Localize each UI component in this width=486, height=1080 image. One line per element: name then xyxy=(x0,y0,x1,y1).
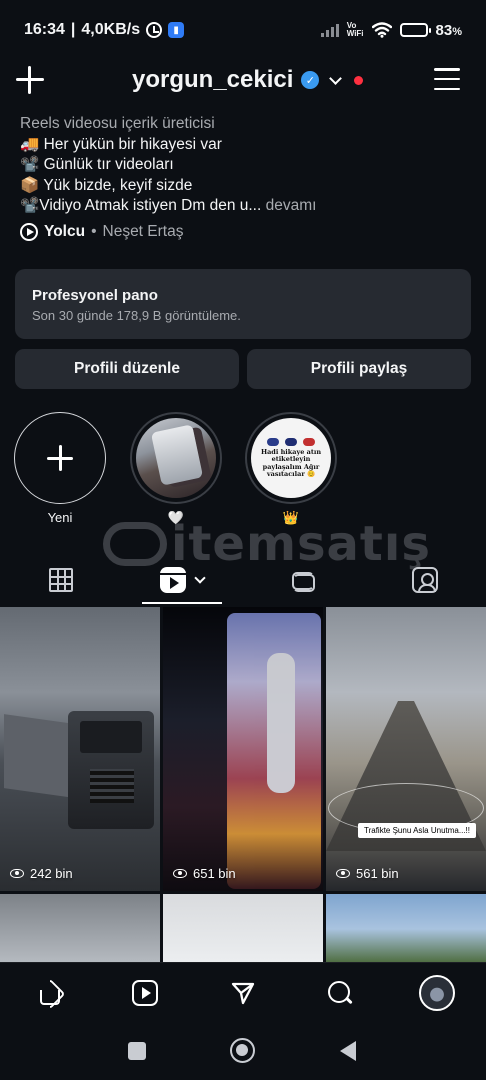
professional-dashboard[interactable]: Profesyonel pano Son 30 günde 178,9 B gö… xyxy=(15,269,471,339)
reel-thumbnail[interactable] xyxy=(326,894,486,964)
reels-icon xyxy=(132,980,158,1006)
highlight-story[interactable]: Hadi hikaye atın etiketleyin paylaşalım … xyxy=(244,412,338,526)
view-count: 561 bin xyxy=(336,866,399,881)
view-count: 242 bin xyxy=(10,866,73,881)
plus-icon xyxy=(47,445,73,471)
tab-reposts[interactable] xyxy=(242,556,364,604)
highlight-cover-text: Hadi hikaye atın etiketleyin paylaşalım … xyxy=(260,447,322,478)
eye-icon xyxy=(336,869,350,878)
eye-icon xyxy=(173,869,187,878)
battery-percent: 83 xyxy=(435,21,453,39)
highlight-cover xyxy=(136,418,216,498)
search-icon xyxy=(328,981,352,1005)
profile-tabs xyxy=(0,556,486,604)
profile-music[interactable]: Yolcu • Neşet Ertaş xyxy=(20,223,183,241)
reel-thumbnail[interactable]: 651 bin xyxy=(163,607,323,891)
create-plus-icon[interactable] xyxy=(16,66,44,94)
network-speed: 4,0KB/s xyxy=(81,21,141,38)
bio-category: Reels videosu içerik üreticisi xyxy=(20,115,215,132)
reel-thumbnail[interactable] xyxy=(0,894,160,964)
verified-badge-icon: ✓ xyxy=(301,71,320,89)
home-icon xyxy=(36,982,60,1005)
highlight-story[interactable]: 🤍 xyxy=(129,412,223,526)
nav-profile[interactable] xyxy=(419,975,455,1011)
app-notification-icon: ▮ xyxy=(168,22,185,38)
music-separator: • xyxy=(91,223,97,240)
nav-reels[interactable] xyxy=(127,975,163,1011)
edit-profile-button[interactable]: Profili düzenle xyxy=(15,349,239,389)
brand-logos xyxy=(267,437,315,446)
tagged-person-icon xyxy=(412,567,438,593)
dashboard-title: Profesyonel pano xyxy=(32,287,158,304)
home-circle-icon[interactable] xyxy=(230,1038,255,1063)
repost-icon xyxy=(291,570,315,592)
recents-square-icon[interactable] xyxy=(128,1042,146,1060)
highlight-cover: Hadi hikaye atın etiketleyin paylaşalım … xyxy=(251,418,331,498)
truck-lights-image xyxy=(227,613,321,889)
view-count: 651 bin xyxy=(173,866,236,881)
grid-icon xyxy=(49,568,73,592)
tab-tagged[interactable] xyxy=(364,556,486,604)
notification-dot xyxy=(354,75,364,85)
battery-icon xyxy=(399,23,431,37)
nav-search[interactable] xyxy=(322,975,358,1011)
vowifi-icon: Vo WiFi xyxy=(346,21,364,38)
nav-home[interactable] xyxy=(30,975,66,1011)
tab-reels[interactable] xyxy=(121,556,243,604)
account-switcher[interactable]: yorgun_cekici ✓ xyxy=(132,66,364,94)
reel-thumbnail[interactable]: 242 bin xyxy=(0,607,160,891)
eye-icon xyxy=(10,869,24,878)
tab-grid[interactable] xyxy=(0,556,122,604)
back-triangle-icon[interactable] xyxy=(340,1041,356,1061)
wifi-icon xyxy=(371,22,392,38)
truck-image xyxy=(4,711,154,831)
share-profile-button[interactable]: Profili paylaş xyxy=(247,349,471,389)
system-navigation xyxy=(0,1022,486,1080)
signal-icon xyxy=(320,23,339,37)
reel-thumbnail[interactable] xyxy=(163,894,323,964)
bio-line: 📽️ Günlük tır videoları xyxy=(20,156,174,173)
bio-line: 📽️Vidiyo Atmak istiyen Dm den u... xyxy=(20,197,262,214)
alarm-clock-icon xyxy=(146,22,163,38)
bio: Reels videosu içerik üreticisi 🚚 Her yük… xyxy=(20,114,470,217)
bio-more-link[interactable]: devamı xyxy=(266,197,317,214)
bio-line: 🚚 Her yükün bir hikayesi var xyxy=(20,135,222,153)
reel-thumbnail[interactable]: Trafikte Şunu Asla Unutma...!! 561 bin xyxy=(326,607,486,891)
music-title: Yolcu xyxy=(44,223,86,240)
clock: 16:34 xyxy=(24,21,65,38)
hamburger-menu-icon[interactable] xyxy=(434,68,460,90)
reels-icon xyxy=(160,567,186,593)
play-circle-icon xyxy=(20,223,38,241)
music-artist: Neşet Ertaş xyxy=(102,223,184,240)
highlight-new[interactable]: Yeni xyxy=(13,412,107,525)
chevron-down-icon xyxy=(194,571,206,584)
chevron-down-icon xyxy=(329,71,343,85)
bottom-nav xyxy=(0,962,486,1022)
bio-line: 📦 Yük bizde, keyif sizde xyxy=(20,176,193,194)
reel-caption: Trafikte Şunu Asla Unutma...!! xyxy=(358,823,476,838)
avatar xyxy=(419,975,455,1011)
dashboard-subtitle: Son 30 günde 178,9 B görüntüleme. xyxy=(32,308,241,323)
username: yorgun_cekici xyxy=(132,66,294,93)
nav-direct[interactable] xyxy=(225,975,261,1011)
send-icon xyxy=(230,980,256,1006)
status-bar: 16:34 | 4,0KB/s ▮ Vo WiFi 83% xyxy=(24,21,462,39)
profile-header: yorgun_cekici ✓ xyxy=(0,60,486,104)
highlight-label: Yeni xyxy=(47,510,73,525)
